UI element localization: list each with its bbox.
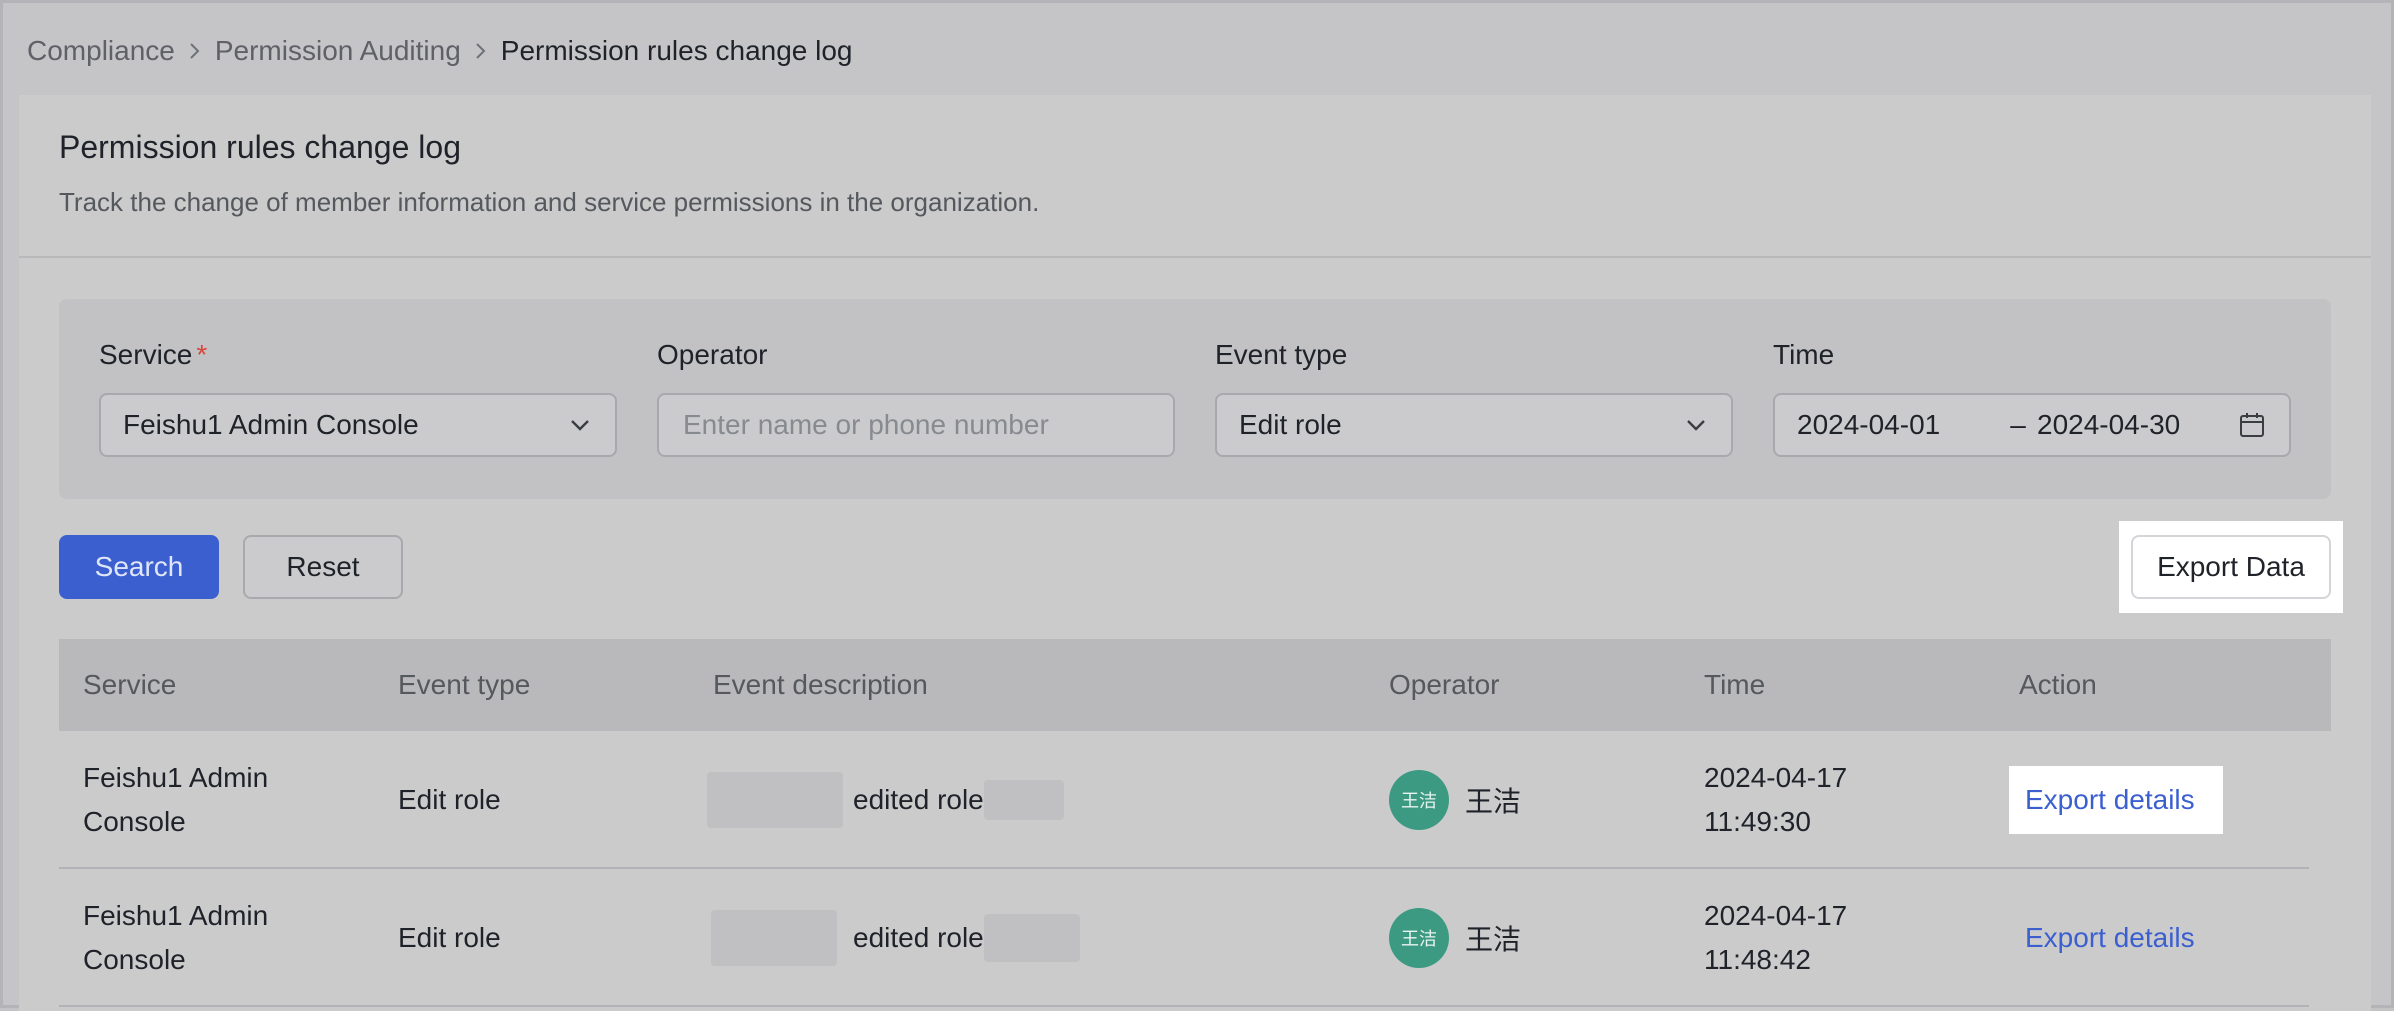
time-cell: 2024-04-17 11:48:42: [1704, 900, 1848, 975]
column-header-action: Action: [2019, 669, 2097, 700]
operator-input[interactable]: [681, 408, 1151, 442]
service-cell: Feishu1 Admin Console: [83, 900, 269, 975]
calendar-icon[interactable]: [2237, 410, 2267, 440]
service-select-value: Feishu1 Admin Console: [123, 409, 419, 440]
operator-name: 王洁: [1465, 924, 1522, 955]
table-header: Service Event type Event description Ope…: [59, 639, 2331, 731]
required-mark: *: [196, 339, 208, 370]
operator-cell: 王洁 王洁: [1389, 869, 1521, 1007]
page-header: Permission rules change log Track the ch…: [19, 95, 2371, 258]
redacted-name: [707, 772, 843, 828]
breadcrumb-item-permission-auditing[interactable]: Permission Auditing: [215, 35, 461, 67]
event-type-cell: Edit role: [398, 922, 501, 953]
service-filter: Service * Feishu1 Admin Console: [99, 337, 617, 457]
column-header-operator: Operator: [1389, 669, 1500, 700]
operator-cell: 王洁 王洁: [1389, 731, 1521, 869]
search-button[interactable]: Search: [59, 535, 219, 599]
time-label: Time: [1773, 339, 1835, 370]
chevron-down-icon: [571, 420, 589, 431]
service-cell: Feishu1 Admin Console: [83, 762, 269, 837]
redacted-role: [983, 914, 1080, 962]
operator-label: Operator: [657, 339, 768, 370]
event-description-cell: edited role: [707, 731, 1064, 869]
page-title: Permission rules change log: [59, 129, 461, 165]
service-label: Service *: [99, 339, 208, 370]
breadcrumb-item-current: Permission rules change log: [500, 35, 853, 66]
event-type-select[interactable]: Edit role: [1215, 393, 1733, 457]
avatar: 王洁: [1389, 908, 1449, 968]
redacted-name: [711, 910, 837, 966]
end-date[interactable]: 2024-04-30: [2037, 409, 2180, 441]
page-description: Track the change of member information a…: [59, 187, 1040, 217]
column-header-event-type: Event type: [398, 669, 531, 700]
chevron-right-icon: [175, 41, 215, 61]
change-log-table: Service Event type Event description Ope…: [59, 639, 2331, 1007]
export-details-link[interactable]: Export details: [2025, 922, 2195, 954]
action-cell: Export details: [2025, 731, 2195, 869]
reset-button[interactable]: Reset: [243, 535, 403, 599]
column-header-service: Service: [83, 669, 177, 700]
operator-filter: Operator: [657, 337, 1175, 457]
column-header-event-description: Event description: [713, 669, 928, 700]
event-description-cell: edited role: [711, 869, 1080, 1007]
event-type-label: Event type: [1215, 339, 1348, 370]
event-type-filter: Event type Edit role: [1215, 337, 1733, 457]
start-date[interactable]: 2024-04-01: [1797, 409, 2003, 441]
export-data-button[interactable]: Export Data: [2131, 535, 2331, 599]
time-cell: 2024-04-17 11:49:30: [1704, 762, 1848, 837]
breadcrumb-item-compliance[interactable]: Compliance: [27, 35, 175, 67]
time-filter: Time 2024-04-01 – 2024-04-30: [1773, 337, 2291, 457]
operator-name: 王洁: [1465, 786, 1522, 817]
chevron-down-icon: [1687, 420, 1705, 431]
operator-input-wrapper: [657, 393, 1175, 457]
service-select[interactable]: Feishu1 Admin Console: [99, 393, 617, 457]
date-range-picker[interactable]: 2024-04-01 – 2024-04-30: [1773, 393, 2291, 457]
filter-panel: Service * Feishu1 Admin Console Operator …: [59, 299, 2331, 499]
event-type-cell: Edit role: [398, 784, 501, 815]
breadcrumb: Compliance Permission Auditing Permissio…: [27, 31, 853, 71]
date-separator: –: [2010, 409, 2026, 440]
table-row: Feishu1 Admin Console Edit role edited r…: [59, 869, 2309, 1007]
event-type-select-value: Edit role: [1239, 409, 1342, 440]
action-cell: Export details: [2025, 869, 2195, 1007]
main-card: Permission rules change log Track the ch…: [19, 95, 2371, 1011]
chevron-right-icon: [461, 41, 501, 61]
export-details-link[interactable]: Export details: [2025, 784, 2195, 816]
table-row: Feishu1 Admin Console Edit role edited r…: [59, 731, 2309, 869]
avatar: 王洁: [1389, 770, 1449, 830]
column-header-time: Time: [1704, 669, 1766, 700]
redacted-role: [983, 780, 1064, 820]
app-frame: Compliance Permission Auditing Permissio…: [0, 0, 2394, 1011]
